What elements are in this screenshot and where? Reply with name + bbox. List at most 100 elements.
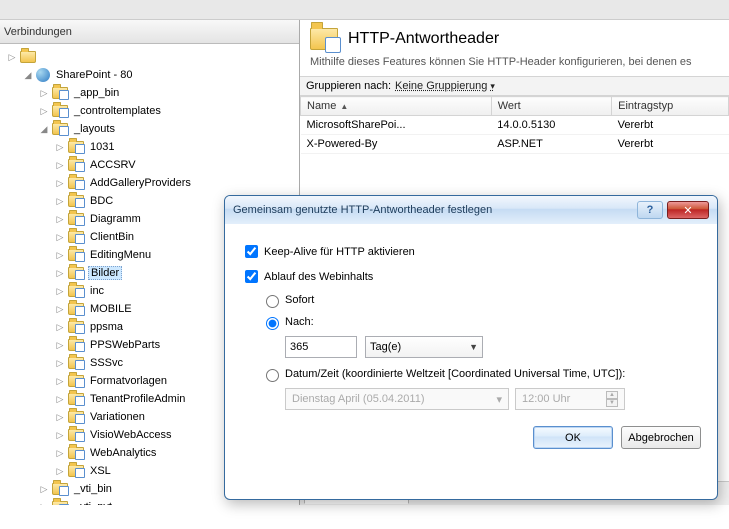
table-row[interactable]: X-Powered-ByASP.NETVererbt — [301, 135, 729, 154]
tree-label: Formatvorlagen — [88, 375, 169, 387]
tree-label: Bilder — [88, 266, 122, 280]
help-button[interactable]: ? — [637, 201, 663, 219]
tree-toggle-icon[interactable]: ▷ — [6, 51, 18, 63]
tree-toggle-icon[interactable]: ▷ — [54, 159, 66, 171]
tree-node[interactable]: ◢_layouts — [0, 120, 299, 138]
tree-label: WebAnalytics — [88, 447, 158, 459]
folder-icon — [68, 141, 84, 153]
tree-label: _vti_pvt — [72, 501, 114, 505]
tree-label: BDC — [88, 195, 115, 207]
tree-label: inc — [88, 285, 106, 297]
tree-toggle-icon[interactable]: ◢ — [38, 123, 50, 135]
tree-label: AddGalleryProviders — [88, 177, 193, 189]
time-picker: 12:00 Uhr ▲ ▼ — [515, 388, 625, 410]
tree-label: SSSvc — [88, 357, 125, 369]
tree-label: 1031 — [88, 141, 116, 153]
top-toolbar — [0, 0, 729, 20]
tree-node[interactable]: ▷ — [0, 48, 299, 66]
keep-alive-checkbox[interactable]: Keep-Alive für HTTP aktivieren — [241, 242, 701, 261]
folder-icon — [52, 87, 68, 99]
tree-toggle-icon[interactable]: ▷ — [38, 105, 50, 117]
tree-node[interactable]: ▷ _controltemplates — [0, 102, 299, 120]
folder-icon — [52, 483, 68, 495]
tree-toggle-icon[interactable]: ▷ — [54, 303, 66, 315]
tree-toggle-icon[interactable]: ▷ — [54, 375, 66, 387]
ok-button[interactable]: OK — [533, 426, 613, 449]
folder-icon — [20, 51, 36, 63]
cancel-button[interactable]: Abgebrochen — [621, 426, 701, 449]
tree-toggle-icon[interactable]: ▷ — [54, 357, 66, 369]
tree-label: SharePoint - 80 — [54, 69, 134, 81]
group-dropdown[interactable]: Keine Gruppierung▾ — [395, 80, 495, 92]
after-value-input[interactable] — [285, 336, 357, 358]
group-label: Gruppieren nach: — [306, 80, 391, 92]
tree-label: VisioWebAccess — [88, 429, 174, 441]
tree-label: Variationen — [88, 411, 147, 423]
expire-checkbox[interactable]: Ablauf des Webinhalts — [241, 267, 701, 286]
folder-icon — [68, 249, 84, 261]
table-row[interactable]: MicrosoftSharePoi...14.0.0.5130Vererbt — [301, 116, 729, 135]
tree-toggle-icon[interactable]: ▷ — [38, 87, 50, 99]
spin-down-icon: ▼ — [606, 399, 618, 407]
folder-icon — [68, 357, 84, 369]
close-button[interactable]: ✕ — [667, 201, 709, 219]
col-name[interactable]: Name▲ — [301, 97, 492, 116]
tree-toggle-icon[interactable]: ▷ — [54, 447, 66, 459]
folder-icon — [68, 393, 84, 405]
tree-toggle-icon[interactable]: ▷ — [54, 339, 66, 351]
tree-label: EditingMenu — [88, 249, 153, 261]
date-picker: Dienstag April (05.04.2011) ▾ — [285, 388, 509, 410]
tree-toggle-icon[interactable]: ▷ — [54, 231, 66, 243]
after-unit-dropdown[interactable]: Tag(e) ▼ — [365, 336, 483, 358]
folder-icon — [68, 285, 84, 297]
tree-toggle-icon[interactable]: ▷ — [38, 501, 50, 505]
folder-icon — [68, 231, 84, 243]
radio-after[interactable]: Nach: — [261, 314, 701, 330]
tree-toggle-icon[interactable]: ▷ — [54, 393, 66, 405]
page-title: HTTP-Antwortheader — [348, 30, 499, 48]
folder-icon — [68, 267, 84, 279]
tree-toggle-icon[interactable]: ▷ — [54, 321, 66, 333]
tree-label: _controltemplates — [72, 105, 163, 117]
tree-node[interactable]: ◢ SharePoint - 80 — [0, 66, 299, 84]
tree-label: PPSWebParts — [88, 339, 162, 351]
chevron-down-icon: ▾ — [496, 393, 502, 406]
tree-node[interactable]: ▷ 1031 — [0, 138, 299, 156]
globe-icon — [36, 68, 50, 82]
tree-toggle-icon[interactable]: ▷ — [54, 141, 66, 153]
tree-toggle-icon[interactable]: ◢ — [22, 69, 34, 81]
tree-toggle-icon[interactable]: ▷ — [54, 429, 66, 441]
tree-label: MOBILE — [88, 303, 134, 315]
tree-node[interactable]: ▷ ACCSRV — [0, 156, 299, 174]
chevron-down-icon: ▼ — [469, 342, 478, 352]
folder-icon — [68, 159, 84, 171]
radio-datetime[interactable]: Datum/Zeit (koordinierte Weltzeit [Coord… — [261, 366, 701, 382]
tree-label: Diagramm — [88, 213, 143, 225]
headers-table[interactable]: Name▲ Wert Eintragstyp MicrosoftSharePoi… — [300, 96, 729, 154]
folder-icon — [68, 213, 84, 225]
tree-toggle-icon[interactable]: ▷ — [54, 177, 66, 189]
folder-icon — [52, 501, 68, 505]
folder-icon — [68, 465, 84, 477]
feature-icon — [310, 28, 338, 50]
folder-icon — [68, 447, 84, 459]
folder-icon — [52, 105, 68, 117]
tree-node[interactable]: ▷ AddGalleryProviders — [0, 174, 299, 192]
tree-toggle-icon[interactable]: ▷ — [38, 483, 50, 495]
folder-icon — [68, 177, 84, 189]
tree-node[interactable]: ▷_app_bin — [0, 84, 299, 102]
tree-toggle-icon[interactable]: ▷ — [54, 213, 66, 225]
col-value[interactable]: Wert — [491, 97, 611, 116]
tree-toggle-icon[interactable]: ▷ — [54, 465, 66, 477]
tree-toggle-icon[interactable]: ▷ — [54, 285, 66, 297]
dialog-titlebar[interactable]: Gemeinsam genutzte HTTP-Antwortheader fe… — [225, 196, 717, 224]
tree-label: _vti_bin — [72, 483, 114, 495]
col-type[interactable]: Eintragstyp — [612, 97, 729, 116]
radio-immediate[interactable]: Sofort — [261, 292, 701, 308]
tree-toggle-icon[interactable]: ▷ — [54, 249, 66, 261]
folder-icon — [68, 429, 84, 441]
tree-toggle-icon[interactable]: ▷ — [54, 411, 66, 423]
tree-toggle-icon[interactable]: ▷ — [54, 267, 66, 279]
tree-label: ACCSRV — [88, 159, 138, 171]
tree-toggle-icon[interactable]: ▷ — [54, 195, 66, 207]
